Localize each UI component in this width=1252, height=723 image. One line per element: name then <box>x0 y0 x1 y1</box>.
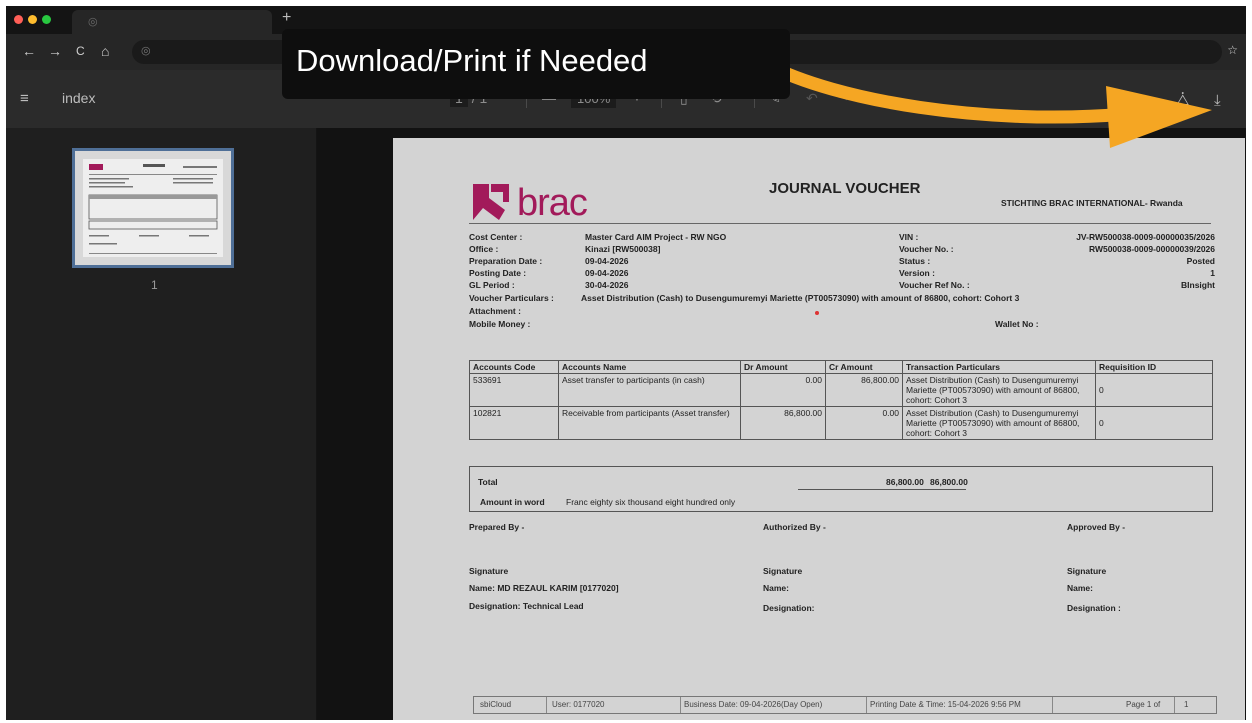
browser-window: ◎ + ← → C ⌂ ◎ ☆ ≡ index 1 / 1 — 100% + ▯… <box>6 6 1246 720</box>
annotation-arrow-icon <box>759 57 1212 148</box>
annotation-callout: Download/Print if Needed <box>282 29 790 99</box>
annotation-text: Download/Print if Needed <box>296 43 648 78</box>
